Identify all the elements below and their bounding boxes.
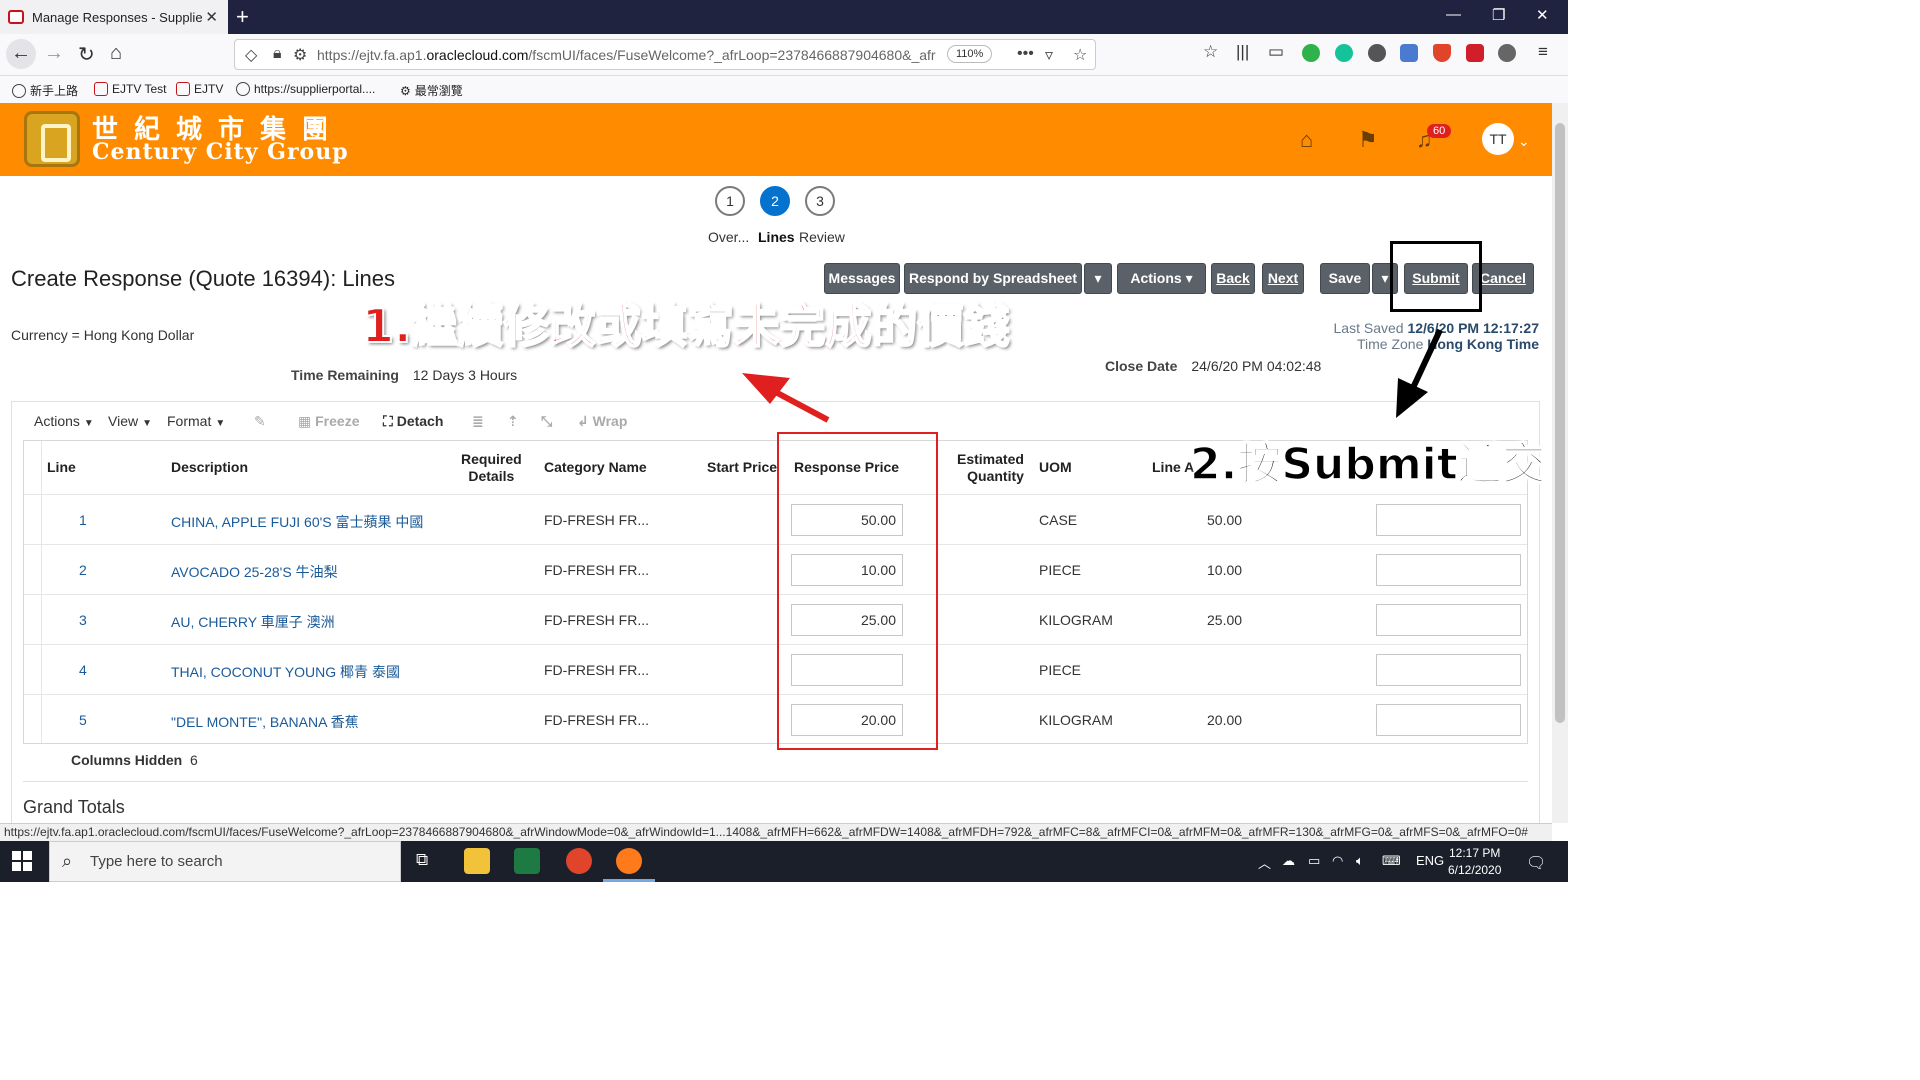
windows-taskbar: ⌕ Type here to search ⧉ ︿ ☁ ▭ ◠ 🔈︎ ⌨ ENG… xyxy=(0,841,1568,882)
excel-icon[interactable] xyxy=(514,848,540,874)
language-indicator[interactable]: ENG xyxy=(1416,853,1444,868)
annotation-red-arrow xyxy=(742,373,830,423)
annotation-black-arrow xyxy=(1396,328,1443,418)
search-icon: ⌕ xyxy=(62,851,73,871)
onedrive-icon[interactable]: ☁ xyxy=(1282,853,1295,869)
task-view-icon[interactable]: ⧉ xyxy=(416,850,428,870)
keyboard-icon[interactable]: ⌨ xyxy=(1382,853,1401,869)
active-app-indicator xyxy=(603,879,655,882)
firefox-icon[interactable] xyxy=(616,848,642,874)
browser-status-url: https://ejtv.fa.ap1.oraclecloud.com/fscm… xyxy=(0,823,1552,841)
taskbar-search-placeholder: Type here to search xyxy=(90,853,223,870)
volume-icon[interactable]: 🔈︎ xyxy=(1356,853,1364,869)
action-center-icon[interactable]: 🗨︎ xyxy=(1526,853,1546,873)
tray-chevron-icon[interactable]: ︿ xyxy=(1258,853,1271,872)
wifi-icon[interactable]: ◠ xyxy=(1332,853,1343,869)
taskbar-clock[interactable]: 12:17 PM 6/12/2020 xyxy=(1448,845,1501,879)
file-explorer-icon[interactable] xyxy=(464,848,490,874)
chrome-icon[interactable] xyxy=(566,848,592,874)
battery-icon[interactable]: ▭ xyxy=(1308,853,1320,869)
taskbar-search[interactable]: ⌕ Type here to search xyxy=(49,841,401,882)
annotation-arrows xyxy=(742,328,1443,423)
windows-start-icon[interactable] xyxy=(12,851,32,871)
